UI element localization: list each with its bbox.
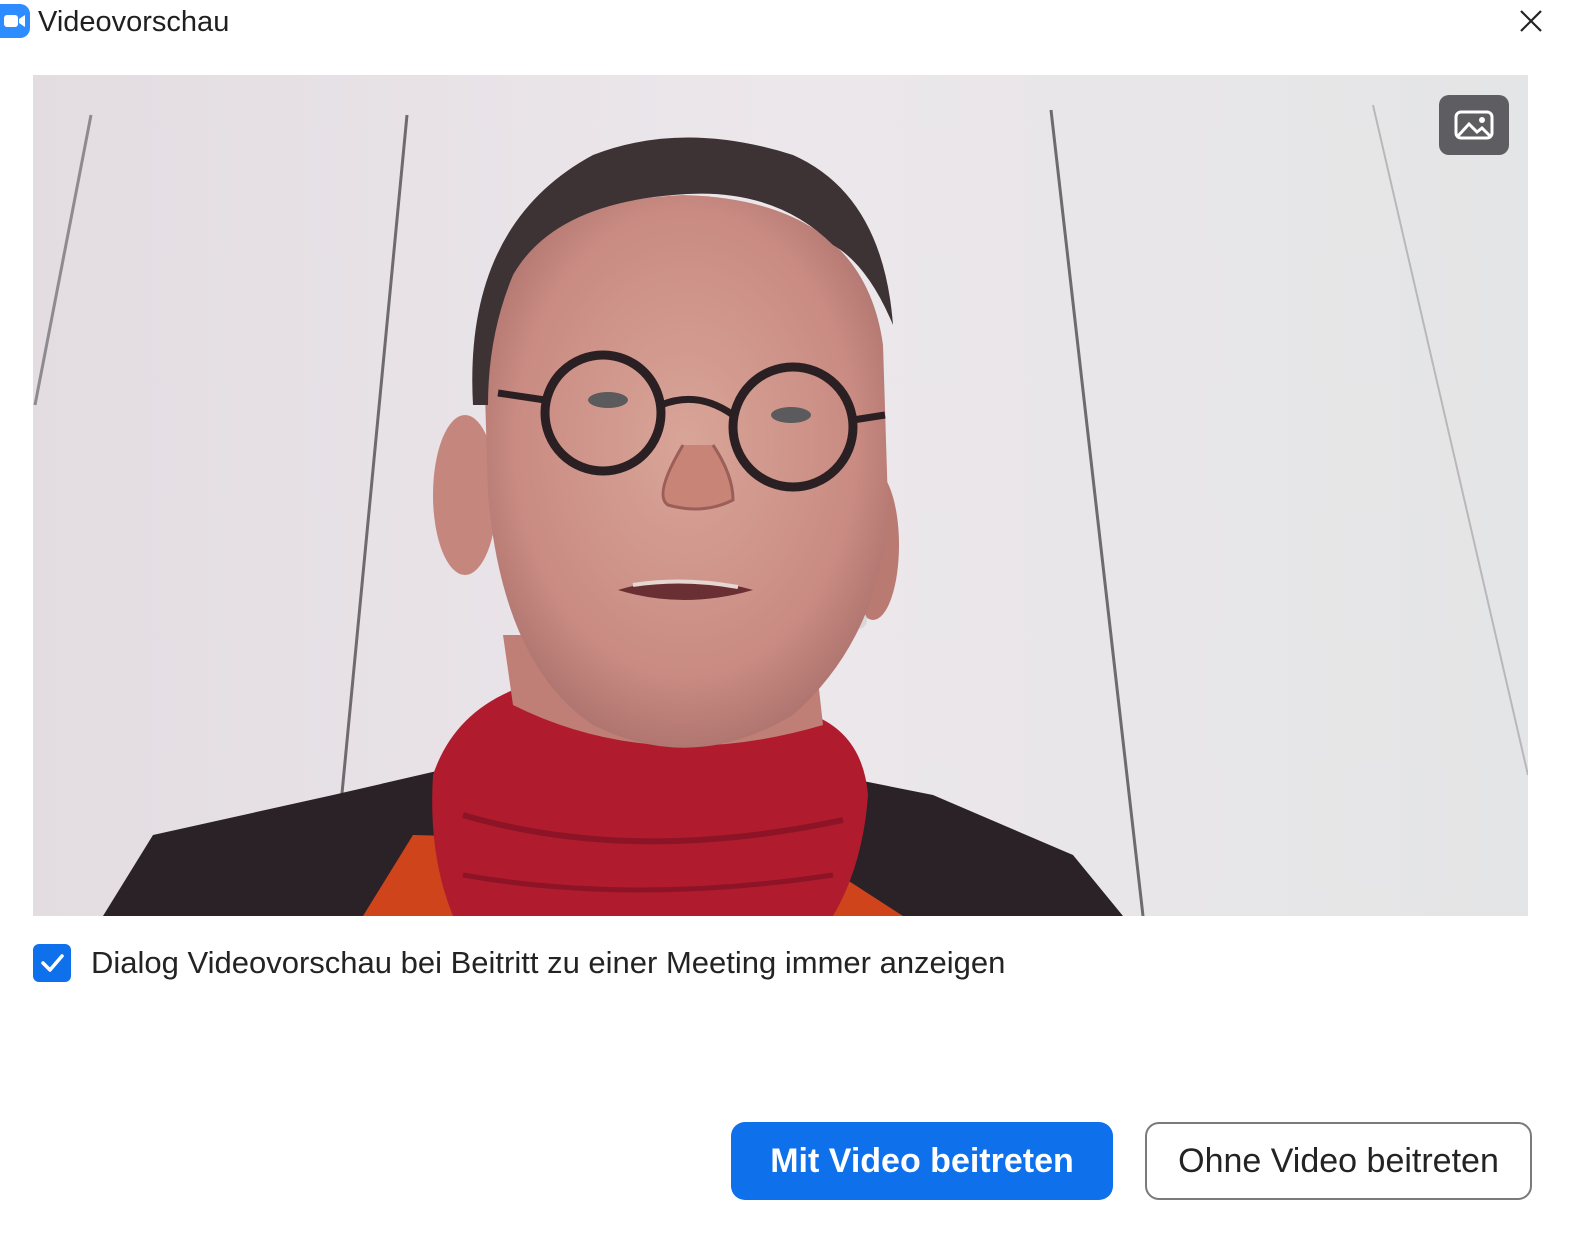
always-show-preview-option: Dialog Videovorschau bei Beitritt zu ein… — [33, 942, 1005, 984]
always-show-preview-checkbox[interactable] — [33, 944, 71, 982]
close-icon — [1520, 10, 1542, 32]
camera-preview — [33, 75, 1528, 916]
camera-feed-image — [33, 75, 1528, 916]
title-bar: Videovorschau — [0, 0, 1578, 48]
video-preview-dialog: Videovorschau Dialog Videovorschau bei B… — [0, 0, 1578, 1235]
join-without-video-button[interactable]: Ohne Video beitreten — [1145, 1122, 1532, 1200]
zoom-video-icon — [0, 4, 30, 38]
always-show-preview-label[interactable]: Dialog Videovorschau bei Beitritt zu ein… — [91, 945, 1005, 981]
window-title: Videovorschau — [38, 6, 230, 38]
image-background-icon — [1454, 110, 1494, 140]
close-button[interactable] — [1512, 4, 1550, 38]
checkmark-icon — [41, 954, 64, 972]
join-with-video-button[interactable]: Mit Video beitreten — [731, 1122, 1113, 1200]
virtual-background-button[interactable] — [1439, 95, 1509, 155]
